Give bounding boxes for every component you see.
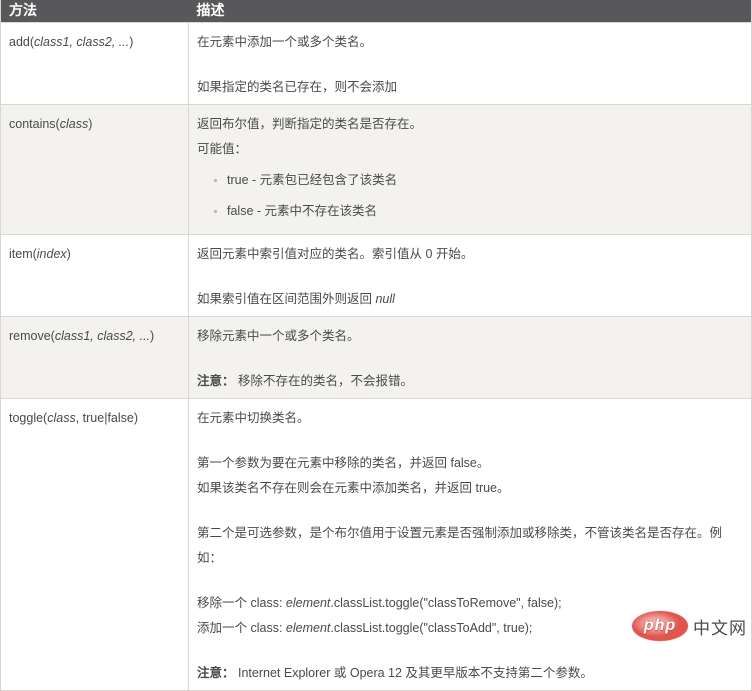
text: 移除不存在的类名，不会报错。 bbox=[234, 374, 413, 388]
italic-text: element bbox=[285, 621, 331, 635]
italic-text: element bbox=[285, 596, 331, 610]
text: 第二个是可选参数，是个布尔值用于设置元素是否强制添加或移除类，不管该类名是否存在… bbox=[197, 526, 723, 565]
text: , true|false) bbox=[75, 411, 139, 425]
classlist-methods-table: 方法 描述 add(class1, class2, ...) 在元素中添加一个或多… bbox=[0, 0, 752, 691]
table-row: item(index) 返回元素中索引值对应的类名。索引值从 0 开始。 如果索引值… bbox=[0, 234, 752, 317]
italic-text: class1, class2, ... bbox=[34, 35, 130, 49]
text: 如果索引值在区间范围外则返回 bbox=[197, 292, 376, 306]
method-column-header: 方法 bbox=[0, 0, 189, 23]
text: 返回布尔值，判断指定的类名是否存在。 bbox=[197, 117, 423, 131]
description-column-header: 描述 bbox=[188, 0, 752, 23]
possible-values-list: true - 元素包已经包含了该类名 false - 元素中不存在该类名 bbox=[197, 168, 743, 224]
method-cell: item(index) bbox=[0, 234, 189, 317]
text: toggle( bbox=[9, 411, 48, 425]
text: item( bbox=[9, 247, 37, 261]
text: ) bbox=[129, 35, 134, 49]
method-cell: contains(class) bbox=[0, 104, 189, 235]
text: .classList.toggle("classToRemove", false… bbox=[330, 596, 562, 610]
php-cn-watermark: php 中文网 bbox=[632, 611, 747, 641]
description-paragraph: 如果索引值在区间范围外则返回 null bbox=[197, 287, 743, 312]
text: contains( bbox=[9, 117, 60, 131]
italic-text: class1, class2, ... bbox=[54, 329, 151, 343]
table-header-row: 方法 描述 bbox=[0, 0, 752, 23]
list-item: false - 元素中不存在该类名 bbox=[227, 199, 743, 224]
table-row: toggle(class, true|false) 在元素中切换类名。 第一个参数为… bbox=[0, 398, 752, 691]
text: false - 元素中不存在该类名 bbox=[227, 204, 378, 218]
table-row: add(class1, class2, ...) 在元素中添加一个或多个类名。 如果… bbox=[0, 22, 752, 105]
text: add( bbox=[9, 35, 35, 49]
description-paragraph: 第一个参数为要在元素中移除的类名，并返回 false。如果该类名不存在则会在元素… bbox=[197, 451, 743, 501]
method-cell: toggle(class, true|false) bbox=[0, 398, 189, 691]
table-row: contains(class)返回布尔值，判断指定的类名是否存在。可能值：tru… bbox=[0, 104, 752, 235]
bold-text: 注意： bbox=[197, 666, 235, 680]
watermark-site-name: 中文网 bbox=[693, 618, 747, 638]
text: true - 元素包已经包含了该类名 bbox=[227, 173, 398, 187]
table-row: remove(class1, class2, ...) 移除元素中一个或多个类名。… bbox=[0, 316, 752, 399]
bold-text: 注意： bbox=[197, 374, 235, 388]
description-cell: 返回布尔值，判断指定的类名是否存在。可能值： true - 元素包已经包含了该类名… bbox=[188, 104, 752, 235]
description-cell: 移除元素中一个或多个类名。 注意： 移除不存在的类名，不会报错。 bbox=[188, 316, 752, 399]
text: 在元素中切换类名。 bbox=[197, 411, 310, 425]
italic-text: index bbox=[36, 247, 67, 261]
italic-text: class bbox=[47, 411, 76, 425]
description-cell: 在元素中添加一个或多个类名。如果指定的类名已存在，则不会添加 bbox=[188, 22, 752, 105]
text: 如果指定的类名已存在，则不会添加 bbox=[197, 80, 398, 94]
list-item: true - 元素包已经包含了该类名 bbox=[227, 168, 743, 193]
text: Internet Explorer 或 Opera 12 及其更早版本不支持第二… bbox=[234, 666, 593, 680]
description-paragraph: 移除元素中一个或多个类名。 bbox=[197, 324, 743, 349]
text: 移除元素中一个或多个类名。 bbox=[197, 329, 360, 343]
text: 添加一个 class: bbox=[197, 621, 286, 635]
text: 在元素中添加一个或多个类名。 bbox=[197, 35, 373, 49]
description-paragraph: 在元素中切换类名。 bbox=[197, 406, 743, 431]
text: .classList.toggle("classToAdd", true); bbox=[330, 621, 533, 635]
php-logo-text: php bbox=[643, 617, 677, 634]
text: ) bbox=[66, 247, 71, 261]
php-logo-icon: php bbox=[632, 611, 688, 641]
text: 第一个参数为要在元素中移除的类名，并返回 false。 bbox=[197, 456, 490, 470]
text: remove( bbox=[9, 329, 55, 343]
text: 移除一个 class: bbox=[197, 596, 286, 610]
italic-text: null bbox=[375, 292, 395, 306]
italic-text: class bbox=[59, 117, 89, 131]
description-paragraph: 如果指定的类名已存在，则不会添加 bbox=[197, 75, 743, 100]
description-paragraph: 返回元素中索引值对应的类名。索引值从 0 开始。 bbox=[197, 242, 743, 267]
description-paragraph: 返回布尔值，判断指定的类名是否存在。 可能值： bbox=[197, 112, 743, 162]
description-paragraph: 在元素中添加一个或多个类名。 bbox=[197, 30, 743, 55]
description-cell: 在元素中切换类名。第一个参数为要在元素中移除的类名，并返回 false。如果该类… bbox=[188, 398, 752, 691]
text: 如果该类名不存在则会在元素中添加类名，并返回 true。 bbox=[197, 481, 510, 495]
text: 可能值： bbox=[197, 142, 248, 156]
method-cell: add(class1, class2, ...) bbox=[0, 22, 189, 105]
description-paragraph: 注意： 移除不存在的类名，不会报错。 bbox=[197, 369, 743, 394]
description-cell: 返回元素中索引值对应的类名。索引值从 0 开始。 如果索引值在区间范围外则返回 n… bbox=[188, 234, 752, 317]
description-paragraph: 第二个是可选参数，是个布尔值用于设置元素是否强制添加或移除类，不管该类名是否存在… bbox=[197, 521, 743, 571]
method-cell: remove(class1, class2, ...) bbox=[0, 316, 189, 399]
text: ) bbox=[88, 117, 93, 131]
text: ) bbox=[150, 329, 155, 343]
text: 返回元素中索引值对应的类名。索引值从 0 开始。 bbox=[197, 247, 474, 261]
description-paragraph: 注意： Internet Explorer 或 Opera 12 及其更早版本不… bbox=[197, 661, 743, 686]
